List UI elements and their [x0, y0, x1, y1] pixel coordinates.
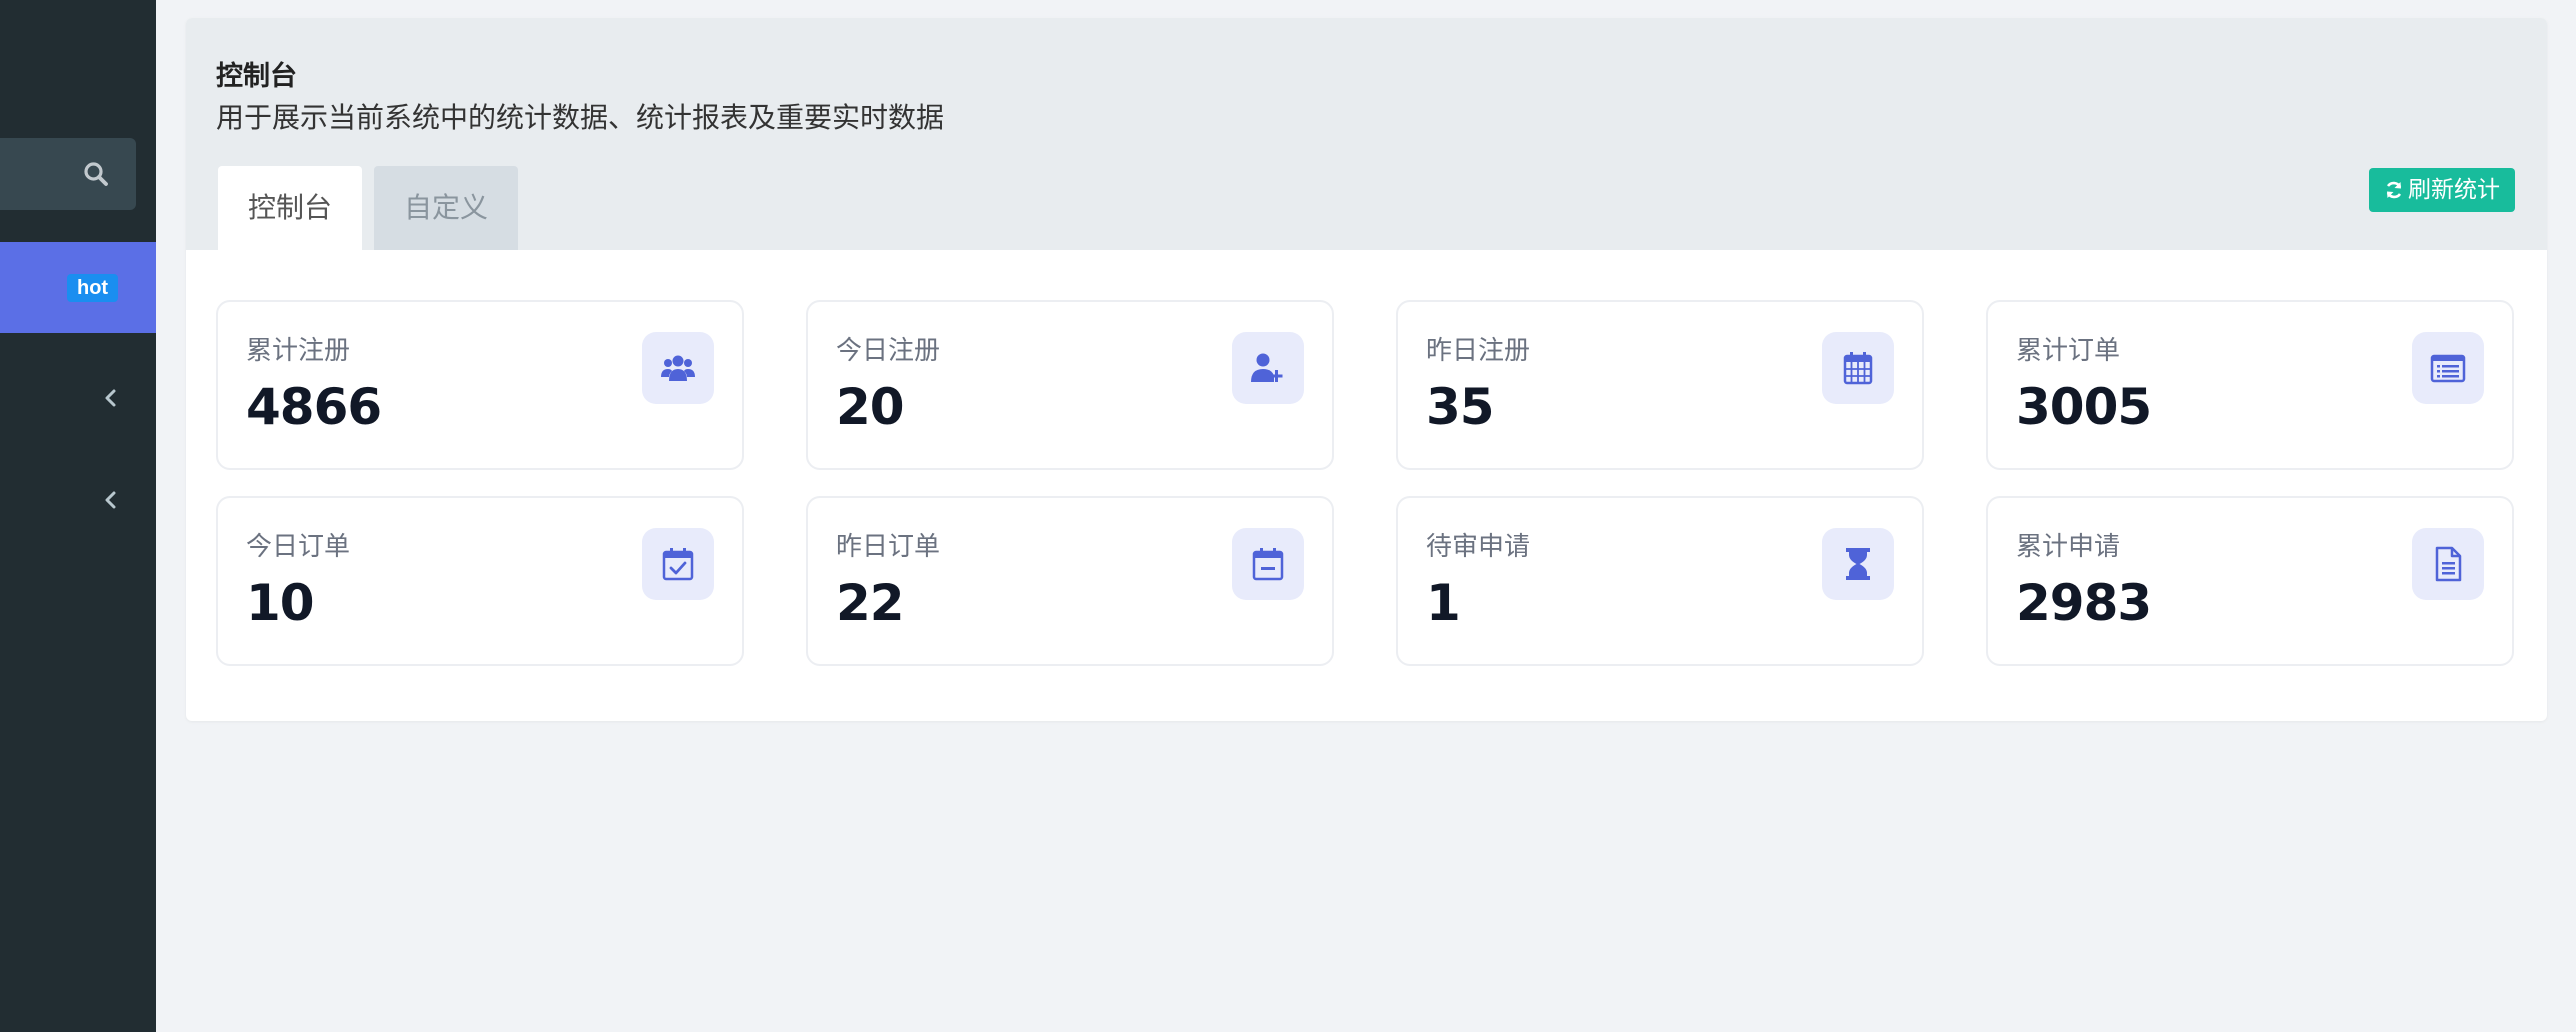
stat-label: 昨日注册	[1426, 336, 1531, 366]
stat-label: 累计订单	[2016, 336, 2121, 366]
search-icon	[84, 162, 108, 186]
refresh-icon	[2386, 181, 2402, 199]
stat-value: 22	[836, 574, 905, 632]
sidebar-item-collapsible-2[interactable]	[0, 465, 156, 535]
stat-label: 今日注册	[836, 336, 941, 366]
stat-icon-box	[2412, 332, 2484, 404]
stat-card-pending-applications: 待审申请 1	[1396, 496, 1924, 666]
list-alt-icon	[2430, 354, 2466, 383]
stat-value: 4866	[246, 378, 382, 436]
stat-value: 2983	[2016, 574, 2152, 632]
stat-icon-box	[1232, 332, 1304, 404]
stat-value: 35	[1426, 378, 1495, 436]
sidebar-item-active[interactable]: hot	[0, 242, 156, 333]
refresh-stats-button[interactable]: 刷新统计	[2369, 168, 2515, 212]
sidebar-search-button[interactable]	[0, 138, 136, 210]
hot-badge: hot	[67, 274, 119, 302]
stat-icon-box	[642, 528, 714, 600]
panel-header: 控制台 用于展示当前系统中的统计数据、统计报表及重要实时数据 控制台 自定义 刷…	[186, 18, 2547, 250]
stat-card-total-applications: 累计申请 2983	[1986, 496, 2514, 666]
stat-card-total-registrations: 累计注册 4866	[216, 300, 744, 470]
page-description: 用于展示当前系统中的统计数据、统计报表及重要实时数据	[216, 101, 945, 134]
stat-icon-box	[1822, 528, 1894, 600]
stat-label: 昨日订单	[836, 532, 941, 562]
sidebar-item-collapsible-1[interactable]	[0, 363, 156, 433]
stat-label: 累计申请	[2016, 532, 2121, 562]
users-icon	[661, 355, 695, 381]
refresh-button-label: 刷新统计	[2408, 177, 2500, 203]
stat-icon-box	[2412, 528, 2484, 600]
page-title: 控制台	[216, 61, 297, 92]
stat-icon-box	[1822, 332, 1894, 404]
user-plus-icon	[1251, 353, 1283, 382]
calendar-minus-icon	[1252, 548, 1284, 581]
stat-card-total-orders: 累计订单 3005	[1986, 300, 2514, 470]
stat-value: 1	[1426, 574, 1461, 632]
stat-value: 20	[836, 378, 905, 436]
hourglass-icon	[1846, 548, 1870, 580]
stat-label: 今日订单	[246, 532, 351, 562]
calendar-check-icon	[662, 548, 694, 581]
calendar-icon	[1843, 352, 1873, 385]
stat-value: 3005	[2016, 378, 2152, 436]
stat-value: 10	[246, 574, 315, 632]
dashboard-panel: 控制台 用于展示当前系统中的统计数据、统计报表及重要实时数据 控制台 自定义 刷…	[186, 18, 2547, 721]
stat-card-yesterday-registrations: 昨日注册 35	[1396, 300, 1924, 470]
stat-icon-box	[642, 332, 714, 404]
tab-custom[interactable]: 自定义	[374, 166, 518, 250]
stat-label: 待审申请	[1426, 532, 1531, 562]
stat-label: 累计注册	[246, 336, 351, 366]
sidebar: hot	[0, 0, 156, 1032]
tab-dashboard[interactable]: 控制台	[218, 166, 362, 250]
stat-icon-box	[1232, 528, 1304, 600]
stat-card-today-orders: 今日订单 10	[216, 496, 744, 666]
file-text-icon	[2435, 546, 2462, 582]
chevron-left-icon	[105, 389, 116, 407]
stat-card-yesterday-orders: 昨日订单 22	[806, 496, 1334, 666]
stat-card-today-registrations: 今日注册 20	[806, 300, 1334, 470]
chevron-left-icon	[105, 491, 116, 509]
